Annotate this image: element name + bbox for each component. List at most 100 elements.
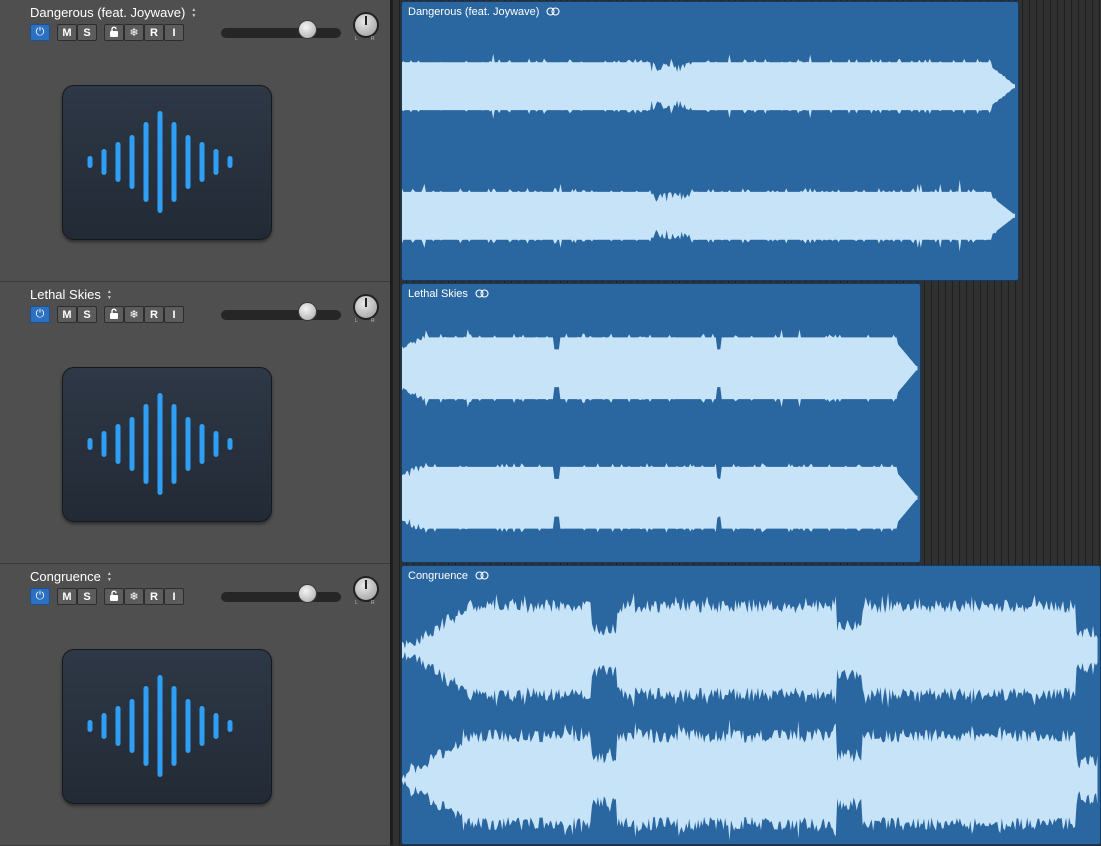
waveform-display [402,329,918,533]
waveform-bar [87,438,93,450]
waveform-bar [185,417,191,471]
snowflake-icon: ❄ [129,309,139,321]
record-enable-button[interactable]: R [144,24,164,41]
waveform-bar [213,149,219,175]
waveform-bar [115,706,121,746]
waveform-channel [402,53,1016,119]
region-title-label: Lethal Skies [408,288,468,300]
solo-button[interactable]: S [77,24,97,41]
track-on-button[interactable]: ⏻ [30,24,50,41]
lock-button[interactable] [104,24,124,41]
lock-icon [109,308,119,322]
waveform-bar [213,713,219,739]
track-icon[interactable] [62,85,272,240]
waveform-bar [101,149,107,175]
waveform-bar [227,156,233,168]
record-enable-button[interactable]: R [144,306,164,323]
lock-icon [109,590,119,604]
waveform-bar [171,686,177,766]
input-monitor-button-label: I [172,308,176,321]
waveform-bar [199,706,205,746]
track-name[interactable]: Congruence ▲ ▼ [30,569,113,585]
waveform-bar [185,699,191,753]
waveform-bar [101,713,107,739]
track-name[interactable]: Dangerous (feat. Joywave) ▲ ▼ [30,5,197,21]
track-on-button[interactable]: ⏻ [30,588,50,605]
record-enable-button-label: R [150,590,158,603]
waveform-channel [402,462,918,533]
volume-slider-track[interactable] [221,592,341,602]
loop-icon [475,570,489,584]
waveform-icon [63,111,273,245]
solo-button-label: S [83,308,91,321]
waveform-icon [63,393,273,527]
lock-button[interactable] [104,588,124,605]
input-monitor-button[interactable]: I [164,588,184,605]
track-header[interactable]: Dangerous (feat. Joywave) ▲ ▼ ⏻ M S ❄ R I L R [0,0,390,282]
volume-slider-track[interactable] [221,28,341,38]
track-headers-panel: Dangerous (feat. Joywave) ▲ ▼ ⏻ M S ❄ R I L R Letha… [0,0,390,846]
track-on-button[interactable]: ⏻ [30,306,50,323]
solo-button[interactable]: S [77,588,97,605]
pan-indicator [365,580,367,589]
freeze-button[interactable]: ❄ [124,588,144,605]
record-enable-button[interactable]: R [144,588,164,605]
power-icon: ⏻ [35,26,45,38]
arrange-area[interactable]: Dangerous (feat. Joywave) Lethal Skies Con… [392,0,1101,845]
chevron-updown-icon[interactable]: ▲ ▼ [106,571,113,583]
lock-button[interactable] [104,306,124,323]
audio-region[interactable]: Lethal Skies [401,283,921,563]
region-title-label: Congruence [408,570,468,582]
track-header[interactable]: Congruence ▲ ▼ ⏻ M S ❄ R I L R [0,564,390,846]
snowflake-icon: ❄ [129,27,139,39]
waveform-bar [199,142,205,182]
waveform-bar [129,417,135,471]
pan-knob[interactable] [353,576,379,602]
volume-slider-handle[interactable] [297,20,317,39]
solo-button-label: S [83,590,91,603]
freeze-button[interactable]: ❄ [124,306,144,323]
volume-slider-handle[interactable] [297,584,317,603]
snowflake-icon: ❄ [129,591,139,603]
audio-region[interactable]: Congruence [401,565,1101,845]
waveform-channel [402,592,1098,708]
mute-button[interactable]: M [57,306,77,323]
waveform-display [402,53,1016,252]
pan-right-label: R [371,600,375,606]
input-monitor-button[interactable]: I [164,24,184,41]
lock-icon [109,26,119,40]
chevron-updown-icon[interactable]: ▲ ▼ [190,7,197,19]
waveform-bar [171,122,177,202]
track-icon[interactable] [62,649,272,804]
record-enable-button-label: R [150,308,158,321]
track-icon[interactable] [62,367,272,522]
waveform-bar [143,404,149,484]
waveform-bar [129,699,135,753]
pan-left-label: L [355,600,358,606]
track-header[interactable]: Lethal Skies ▲ ▼ ⏻ M S ❄ R I L R [0,282,390,564]
waveform-bar [199,424,205,464]
track-name-label: Dangerous (feat. Joywave) [30,5,186,20]
region-title: Dangerous (feat. Joywave) [408,5,561,20]
solo-button[interactable]: S [77,306,97,323]
volume-slider-track[interactable] [221,310,341,320]
waveform-bar [87,720,93,732]
track-name[interactable]: Lethal Skies ▲ ▼ [30,287,113,303]
pan-left-label: L [355,36,358,42]
freeze-button[interactable]: ❄ [124,24,144,41]
audio-region[interactable]: Dangerous (feat. Joywave) [401,1,1019,281]
mute-button[interactable]: M [57,588,77,605]
pan-knob[interactable] [353,12,379,38]
pan-indicator [365,298,367,307]
input-monitor-button[interactable]: I [164,306,184,323]
waveform-bar [101,431,107,457]
pan-knob[interactable] [353,294,379,320]
mute-button[interactable]: M [57,24,77,41]
waveform-bar [157,393,163,495]
volume-slider-handle[interactable] [297,302,317,321]
region-title: Lethal Skies [408,287,489,302]
waveform-bar [185,135,191,189]
chevron-updown-icon[interactable]: ▲ ▼ [106,289,113,301]
waveform-bar [115,424,121,464]
waveform-bar [227,720,233,732]
